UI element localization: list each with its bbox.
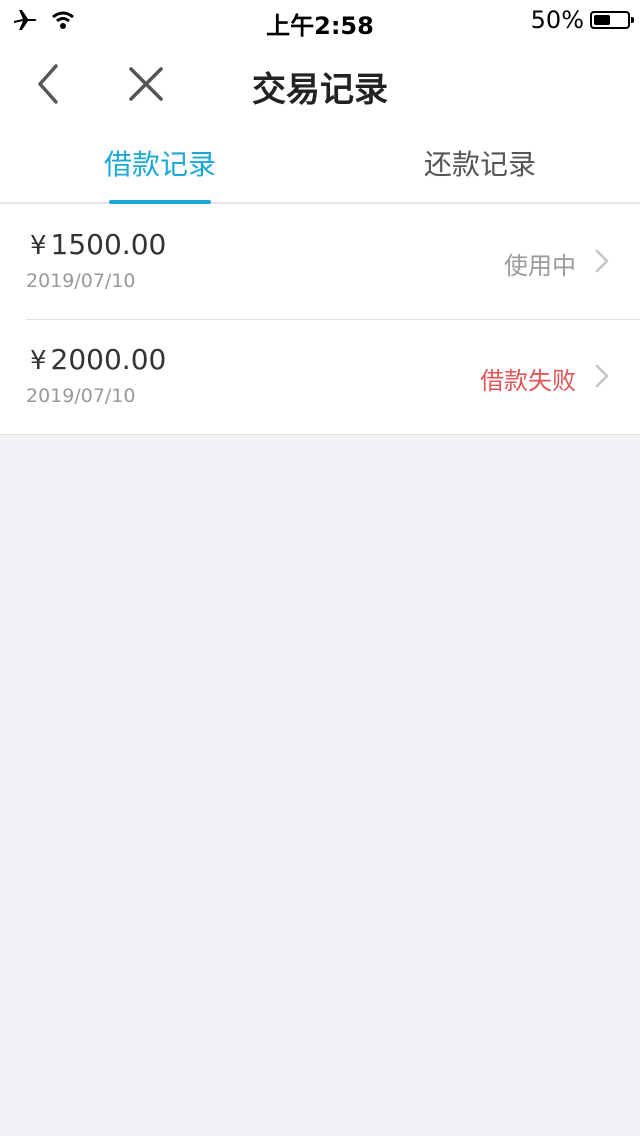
amount-value: 2000.00 [50, 343, 167, 376]
battery-icon [590, 11, 634, 29]
status-right: 50% [530, 6, 634, 34]
nav-bar: 交易记录 [0, 40, 640, 128]
list-item[interactable]: ¥2000.00 2019/07/10 借款失败 [0, 319, 640, 434]
tab-bar: 借款记录 还款记录 [0, 128, 640, 204]
currency-symbol: ¥ [30, 231, 47, 261]
currency-symbol: ¥ [30, 346, 47, 376]
page-title: 交易记录 [252, 70, 388, 110]
record-list: ¥1500.00 2019/07/10 使用中 ¥2000.00 2019/07… [0, 204, 640, 435]
chevron-right-icon [595, 249, 609, 273]
amount-value: 1500.00 [50, 228, 167, 261]
record-date: 2019/07/10 [26, 270, 136, 292]
amount: ¥1500.00 [30, 228, 166, 261]
amount: ¥2000.00 [30, 343, 166, 376]
list-item[interactable]: ¥1500.00 2019/07/10 使用中 [0, 204, 640, 319]
tab-repayment-records[interactable]: 还款记录 [320, 128, 640, 202]
status-bar: 上午2:58 50% [0, 0, 640, 40]
battery-level [594, 15, 610, 25]
status-label: 使用中 [504, 252, 576, 280]
record-date: 2019/07/10 [26, 385, 136, 407]
tab-label: 借款记录 [103, 148, 216, 181]
tab-borrow-records[interactable]: 借款记录 [0, 128, 320, 204]
battery-percent: 50% [530, 6, 584, 34]
tab-label: 还款记录 [423, 148, 536, 181]
chevron-right-icon [595, 364, 609, 388]
status-label: 借款失败 [480, 367, 576, 395]
